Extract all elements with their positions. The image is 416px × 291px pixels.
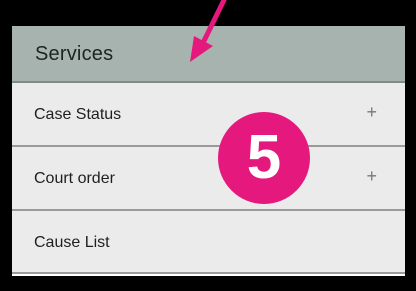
menu-item-label: Case Status — [34, 106, 122, 123]
step-number-badge: 5 — [218, 112, 310, 204]
screenshot-frame: Services Case Status + Court order + Cau… — [0, 0, 416, 291]
plus-icon[interactable]: + — [366, 103, 377, 121]
menu-item-case-status[interactable]: Case Status + — [12, 83, 405, 147]
menu-item-court-order[interactable]: Court order + — [12, 147, 405, 211]
menu-item-label: Court order — [34, 170, 115, 187]
annotation-arrow-icon — [190, 0, 227, 62]
plus-icon[interactable]: + — [366, 167, 377, 185]
step-number-text: 5 — [247, 123, 281, 192]
menu-item-cause-list[interactable]: Cause List — [12, 211, 405, 274]
services-header-label: Services — [35, 43, 114, 65]
menu-item-label: Cause List — [34, 234, 110, 251]
